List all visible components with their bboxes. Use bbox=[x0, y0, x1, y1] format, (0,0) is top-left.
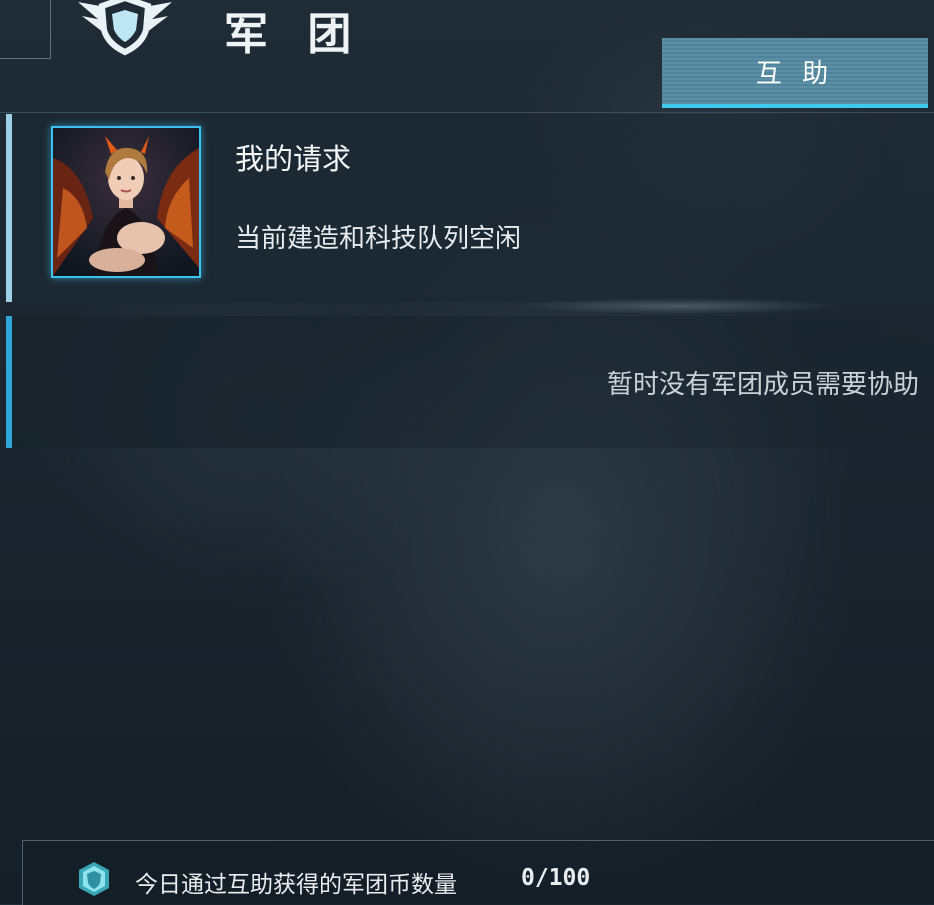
card-accent-bar bbox=[6, 114, 12, 302]
member-help-list: 暂时没有军团成员需要协助 bbox=[6, 316, 934, 448]
legion-coin-icon bbox=[77, 861, 111, 897]
my-request-status: 当前建造和科技队列空闲 bbox=[235, 224, 522, 254]
legion-shield-wings-icon bbox=[70, 0, 180, 58]
page-title: 军 团 bbox=[224, 9, 364, 60]
daily-coin-count: 0/100 bbox=[521, 865, 591, 891]
empty-state-message: 暂时没有军团成员需要协助 bbox=[606, 370, 919, 400]
my-request-title: 我的请求 bbox=[235, 142, 352, 176]
header-frame-decoration bbox=[0, 0, 51, 59]
card-separator-glow bbox=[20, 296, 934, 316]
commander-portrait bbox=[53, 128, 199, 276]
tab-mutual-help-label: 互 助 bbox=[755, 58, 835, 89]
daily-coin-footer: 今日通过互助获得的军团币数量 0/100 bbox=[22, 840, 934, 905]
avatar[interactable] bbox=[51, 126, 201, 278]
list-accent-bar bbox=[6, 316, 12, 448]
header-divider bbox=[0, 112, 934, 113]
header: 军 团 互 助 bbox=[0, 0, 934, 112]
daily-coin-label: 今日通过互助获得的军团币数量 bbox=[135, 872, 457, 898]
tab-mutual-help[interactable]: 互 助 bbox=[662, 38, 928, 108]
my-request-card: 我的请求 当前建造和科技队列空闲 bbox=[6, 114, 934, 302]
